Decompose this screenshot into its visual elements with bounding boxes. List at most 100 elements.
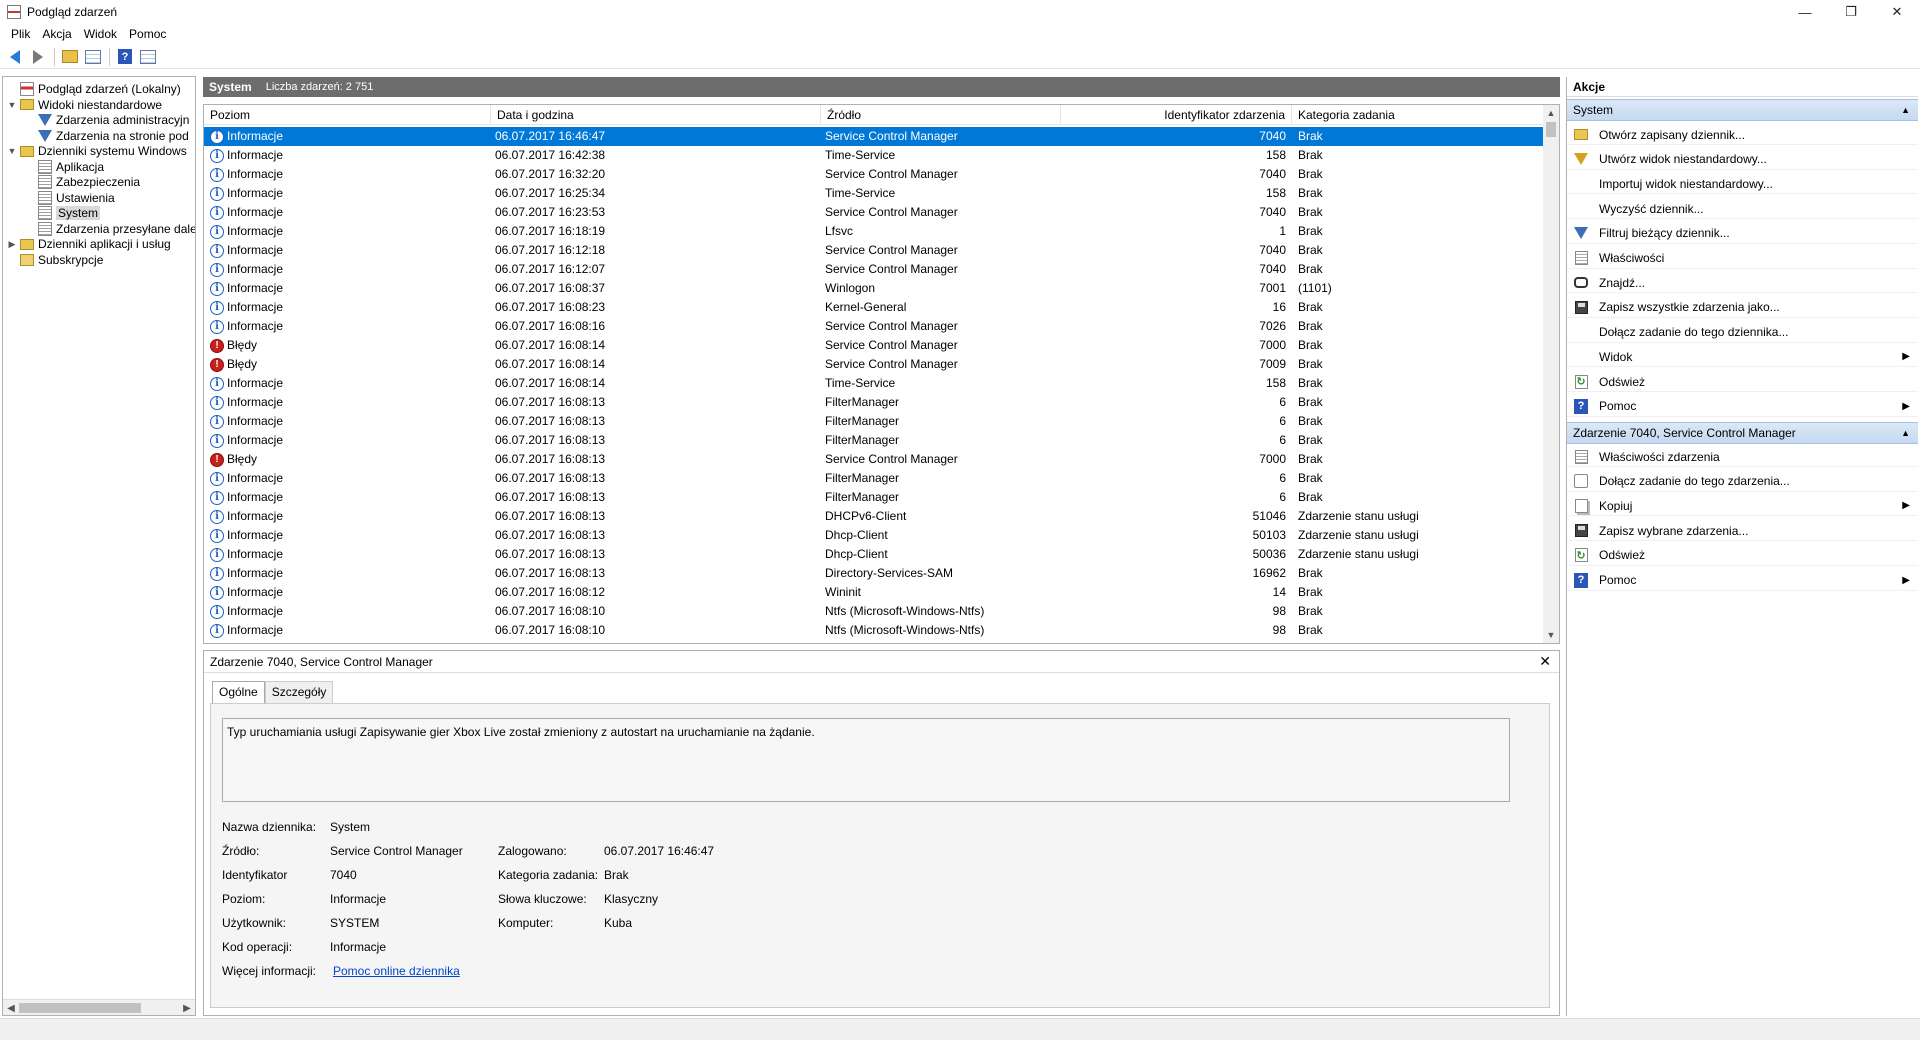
menu-action[interactable]: Akcja [36, 27, 77, 41]
table-row[interactable]: i Informacje 06.07.2017 16:08:13 Dhcp-Clien… [204, 526, 1544, 545]
action-item[interactable]: Właściwości [1567, 249, 1918, 269]
collapse-icon[interactable]: ▲ [1901, 105, 1910, 115]
table-row[interactable]: i Informacje 06.07.2017 16:08:23 Kernel-Gen… [204, 298, 1544, 317]
forward-button[interactable] [27, 47, 49, 67]
column-task-category[interactable]: Kategoria zadania [1292, 105, 1544, 125]
table-row[interactable]: i Informacje 06.07.2017 16:08:13 FilterMana… [204, 469, 1544, 488]
action-item[interactable]: Importuj widok niestandardowy... [1567, 174, 1918, 195]
action-item[interactable]: Wyczyść dziennik... [1567, 199, 1918, 220]
cell-task-category: (1101) [1298, 281, 1332, 295]
scrollbar-thumb[interactable] [1546, 122, 1556, 137]
cell-task-category: Brak [1298, 395, 1323, 409]
table-row[interactable]: ! Błędy 06.07.2017 16:08:13 Service Control… [204, 450, 1544, 469]
info-icon: i [210, 566, 224, 581]
table-row[interactable]: i Informacje 06.07.2017 16:08:16 Service Co… [204, 317, 1544, 336]
table-row[interactable]: i Informacje 06.07.2017 16:08:13 FilterMana… [204, 412, 1544, 431]
tree-horizontal-scrollbar[interactable]: ◀ ▶ [3, 999, 195, 1015]
action-item[interactable]: Zapisz wybrane zdarzenia... [1567, 521, 1918, 542]
column-event-id[interactable]: Identyfikator zdarzenia [1061, 105, 1292, 125]
action-item[interactable]: Dołącz zadanie do tego dziennika... [1567, 323, 1918, 343]
cell-level: ! Błędy [210, 336, 490, 355]
column-level[interactable]: Poziom [204, 105, 491, 125]
show-hide-tree-button[interactable] [82, 47, 104, 67]
scrollbar-thumb[interactable] [19, 1003, 141, 1013]
action-item[interactable]: Znajdź... [1567, 273, 1918, 294]
action-item[interactable]: ? Pomoc ▶ [1567, 571, 1918, 591]
find-icon [1573, 275, 1589, 291]
table-row[interactable]: i Informacje 06.07.2017 16:08:13 Directory-… [204, 564, 1544, 583]
action-item[interactable]: Kopiuj ▶ [1567, 496, 1918, 517]
tree-expander-icon[interactable]: ▼ [7, 100, 17, 110]
properties-icon [1573, 250, 1589, 266]
table-row[interactable]: ! Błędy 06.07.2017 16:08:14 Service Control… [204, 336, 1544, 355]
table-row[interactable]: i Informacje 06.07.2017 16:08:13 FilterMana… [204, 431, 1544, 450]
tab-general[interactable]: Ogólne [212, 681, 265, 704]
save-icon [1573, 523, 1589, 539]
table-row[interactable]: i Informacje 06.07.2017 16:12:18 Service Co… [204, 241, 1544, 260]
toolbar: ? [0, 45, 1920, 69]
action-item[interactable]: Widok ▶ [1567, 347, 1918, 368]
menu-file[interactable]: Plik [5, 27, 36, 41]
action-item[interactable]: Filtruj bieżący dziennik... [1567, 224, 1918, 244]
table-row[interactable]: i Informacje 06.07.2017 16:08:12 Wininit 14 B… [204, 583, 1544, 602]
table-row[interactable]: i Informacje 06.07.2017 16:08:10 Ntfs (Micr… [204, 621, 1544, 640]
column-source[interactable]: Źródło [821, 105, 1061, 125]
table-row[interactable]: i Informacje 06.07.2017 16:32:20 Service Co… [204, 165, 1544, 184]
table-row[interactable]: i Informacje 06.07.2017 16:12:07 Service Co… [204, 260, 1544, 279]
cell-level-text: Informacje [227, 376, 284, 390]
detail-close-icon[interactable]: ✕ [1539, 653, 1551, 670]
action-item[interactable]: Właściwości zdarzenia [1567, 447, 1918, 467]
scroll-right-icon[interactable]: ▶ [179, 1000, 195, 1015]
tab-details[interactable]: Szczegóły [264, 681, 334, 703]
action-item[interactable]: Otwórz zapisany dziennik... [1567, 125, 1918, 145]
tree-expander-icon[interactable]: ▶ [7, 239, 17, 250]
help-button[interactable]: ? [114, 47, 136, 67]
table-row[interactable]: i Informacje 06.07.2017 16:25:34 Time-Servi… [204, 184, 1544, 203]
folder-up-icon [62, 50, 78, 63]
column-date[interactable]: Data i godzina [491, 105, 821, 125]
table-row[interactable]: i Informacje 06.07.2017 16:23:53 Service Co… [204, 203, 1544, 222]
close-button[interactable]: ✕ [1874, 0, 1920, 24]
table-row[interactable]: i Informacje 06.07.2017 16:08:13 DHCPv6-Cli… [204, 507, 1544, 526]
cell-level-text: Informacje [227, 205, 284, 219]
scroll-up-icon[interactable]: ▲ [1543, 105, 1559, 121]
online-help-link[interactable]: Pomoc online dziennika [333, 963, 460, 979]
table-row[interactable]: i Informacje 06.07.2017 16:18:19 Lfsvc 1 Brak [204, 222, 1544, 241]
action-item[interactable]: Dołącz zadanie do tego zdarzenia... [1567, 472, 1918, 492]
action-item[interactable]: Utwórz widok niestandardowy... [1567, 150, 1918, 170]
table-row[interactable]: i Informacje 06.07.2017 16:08:10 Ntfs (Micr… [204, 602, 1544, 621]
up-folder-button[interactable] [59, 47, 81, 67]
minimize-button[interactable]: — [1782, 0, 1828, 24]
menu-help[interactable]: Pomoc [123, 27, 172, 41]
scroll-left-icon[interactable]: ◀ [3, 1000, 19, 1015]
log-title: System [209, 80, 252, 94]
tree-expander-icon[interactable]: ▼ [7, 146, 17, 156]
back-button[interactable] [4, 47, 26, 67]
event-description[interactable]: Typ uruchamiania usługi Zapisywanie gier… [222, 718, 1510, 802]
show-hide-actions-button[interactable] [137, 47, 159, 67]
table-row[interactable]: i Informacje 06.07.2017 16:08:14 Time-Servi… [204, 374, 1544, 393]
actions-section-system[interactable]: System ▲ [1567, 99, 1918, 121]
action-label: Kopiuj [1599, 498, 1633, 513]
cell-level: i Informacje [210, 621, 490, 640]
table-row[interactable]: i Informacje 06.07.2017 16:08:13 Dhcp-Clien… [204, 545, 1544, 564]
action-item[interactable]: ↻ Odśwież [1567, 546, 1918, 566]
actions-section-event[interactable]: Zdarzenie 7040, Service Control Manager … [1567, 422, 1918, 444]
menu-view[interactable]: Widok [78, 27, 123, 41]
restore-button[interactable]: ❐ [1828, 0, 1874, 24]
scroll-down-icon[interactable]: ▼ [1543, 627, 1559, 643]
cell-date: 06.07.2017 16:08:13 [495, 471, 606, 485]
action-item[interactable]: ? Pomoc ▶ [1567, 397, 1918, 417]
table-row[interactable]: i Informacje 06.07.2017 16:08:13 FilterMana… [204, 393, 1544, 412]
table-row[interactable]: i Informacje 06.07.2017 16:08:37 Winlogon 70… [204, 279, 1544, 298]
action-item[interactable]: Zapisz wszystkie zdarzenia jako... [1567, 298, 1918, 318]
tree-item[interactable]: Subskrypcje [7, 251, 103, 269]
open-log-icon-glyph [1574, 129, 1588, 140]
collapse-icon[interactable]: ▲ [1901, 428, 1910, 438]
action-item[interactable]: ↻ Odśwież [1567, 372, 1918, 392]
table-vertical-scrollbar[interactable]: ▲ ▼ [1543, 105, 1559, 643]
table-row[interactable]: i Informacje 06.07.2017 16:08:13 FilterMana… [204, 488, 1544, 507]
table-row[interactable]: ! Błędy 06.07.2017 16:08:14 Service Control… [204, 355, 1544, 374]
table-row[interactable]: i Informacje 06.07.2017 16:42:38 Time-Servi… [204, 146, 1544, 165]
table-row[interactable]: i Informacje 06.07.2017 16:46:47 Service Co… [204, 127, 1544, 146]
